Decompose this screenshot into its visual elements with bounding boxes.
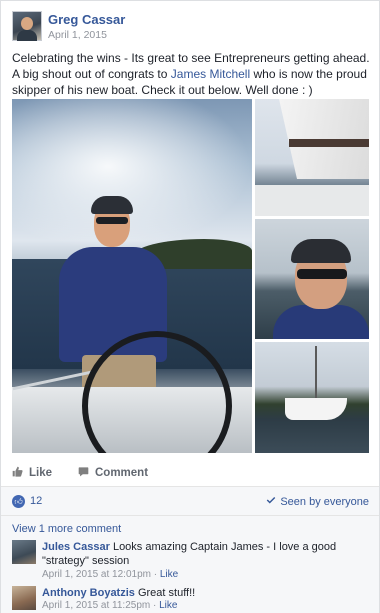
post-date[interactable]: April 1, 2015 [48,29,107,41]
like-button-label: Like [29,467,53,479]
comment-like-link[interactable]: Like [160,569,178,580]
post-header: Greg Cassar April 1, 2015 [12,11,372,41]
speech-bubble-icon [78,466,89,480]
thumbs-up-badge-icon: 👍︎ [12,495,25,508]
globe-icon [266,495,276,508]
photo-boat-mast [315,346,317,402]
reactions-bar: 👍︎ 12 Seen by everyone [1,486,379,516]
commenter-avatar[interactable] [12,586,36,610]
photo-sail-boom [289,139,369,147]
photo-clouds [12,99,252,249]
seen-by-label: Seen by everyone [280,495,369,508]
comment-like-link[interactable]: Like [159,600,177,611]
photo-boat-hull [285,398,347,420]
seen-by[interactable]: Seen by everyone [266,495,369,508]
comment-button[interactable]: Comment [78,464,148,482]
avatar-face [21,17,33,30]
commenter-avatar[interactable] [12,540,36,564]
photo-selfie-shirt [273,305,369,339]
author-name[interactable]: Greg Cassar [48,12,125,27]
view-more-comments-link[interactable]: View 1 more comment [12,523,121,535]
comment-text: Anthony Boyatzis Great stuff!! [42,586,364,600]
photo-selfie[interactable] [255,219,369,339]
photo-sail[interactable] [255,99,369,216]
comment-meta: April 1, 2015 at 11:25pm · Like [42,600,178,611]
commenter-name[interactable]: Jules Cassar [42,541,110,553]
comment-button-label: Comment [95,467,149,479]
thumbs-up-icon [12,466,23,480]
comment-meta: April 1, 2015 at 12:01pm · Like [42,569,179,580]
post-text: Celebrating the wins - Its great to see … [12,50,372,98]
photo-selfie-cap [291,239,351,263]
photo-person-cap [91,196,133,214]
commenter-name[interactable]: Anthony Boyatzis [42,587,135,599]
avatar-shirt [17,30,37,41]
author-avatar[interactable] [12,11,42,41]
like-button[interactable]: Like [12,464,52,482]
photo-sail-deck [255,185,369,216]
comment-body: Great stuff!! [134,587,196,599]
photo-boat-moored[interactable] [255,342,369,453]
post-actions: Like Comment [12,464,372,482]
comments-section: View 1 more comment Jules Cassar Looks a… [1,516,379,613]
comment-text: Jules Cassar Looks amazing Captain James… [42,540,364,568]
tagged-person-link[interactable]: James Mitchell [171,67,250,81]
comment-timestamp[interactable]: April 1, 2015 at 12:01pm [42,569,151,580]
photo-main-skipper-at-wheel[interactable] [12,99,252,453]
photo-person-sunglasses [96,217,128,224]
post-card: Greg Cassar April 1, 2015 Celebrating th… [0,0,380,613]
like-count[interactable]: 12 [30,495,42,507]
comment-timestamp[interactable]: April 1, 2015 at 11:25pm [42,600,150,611]
photo-selfie-sunglasses [297,269,347,279]
